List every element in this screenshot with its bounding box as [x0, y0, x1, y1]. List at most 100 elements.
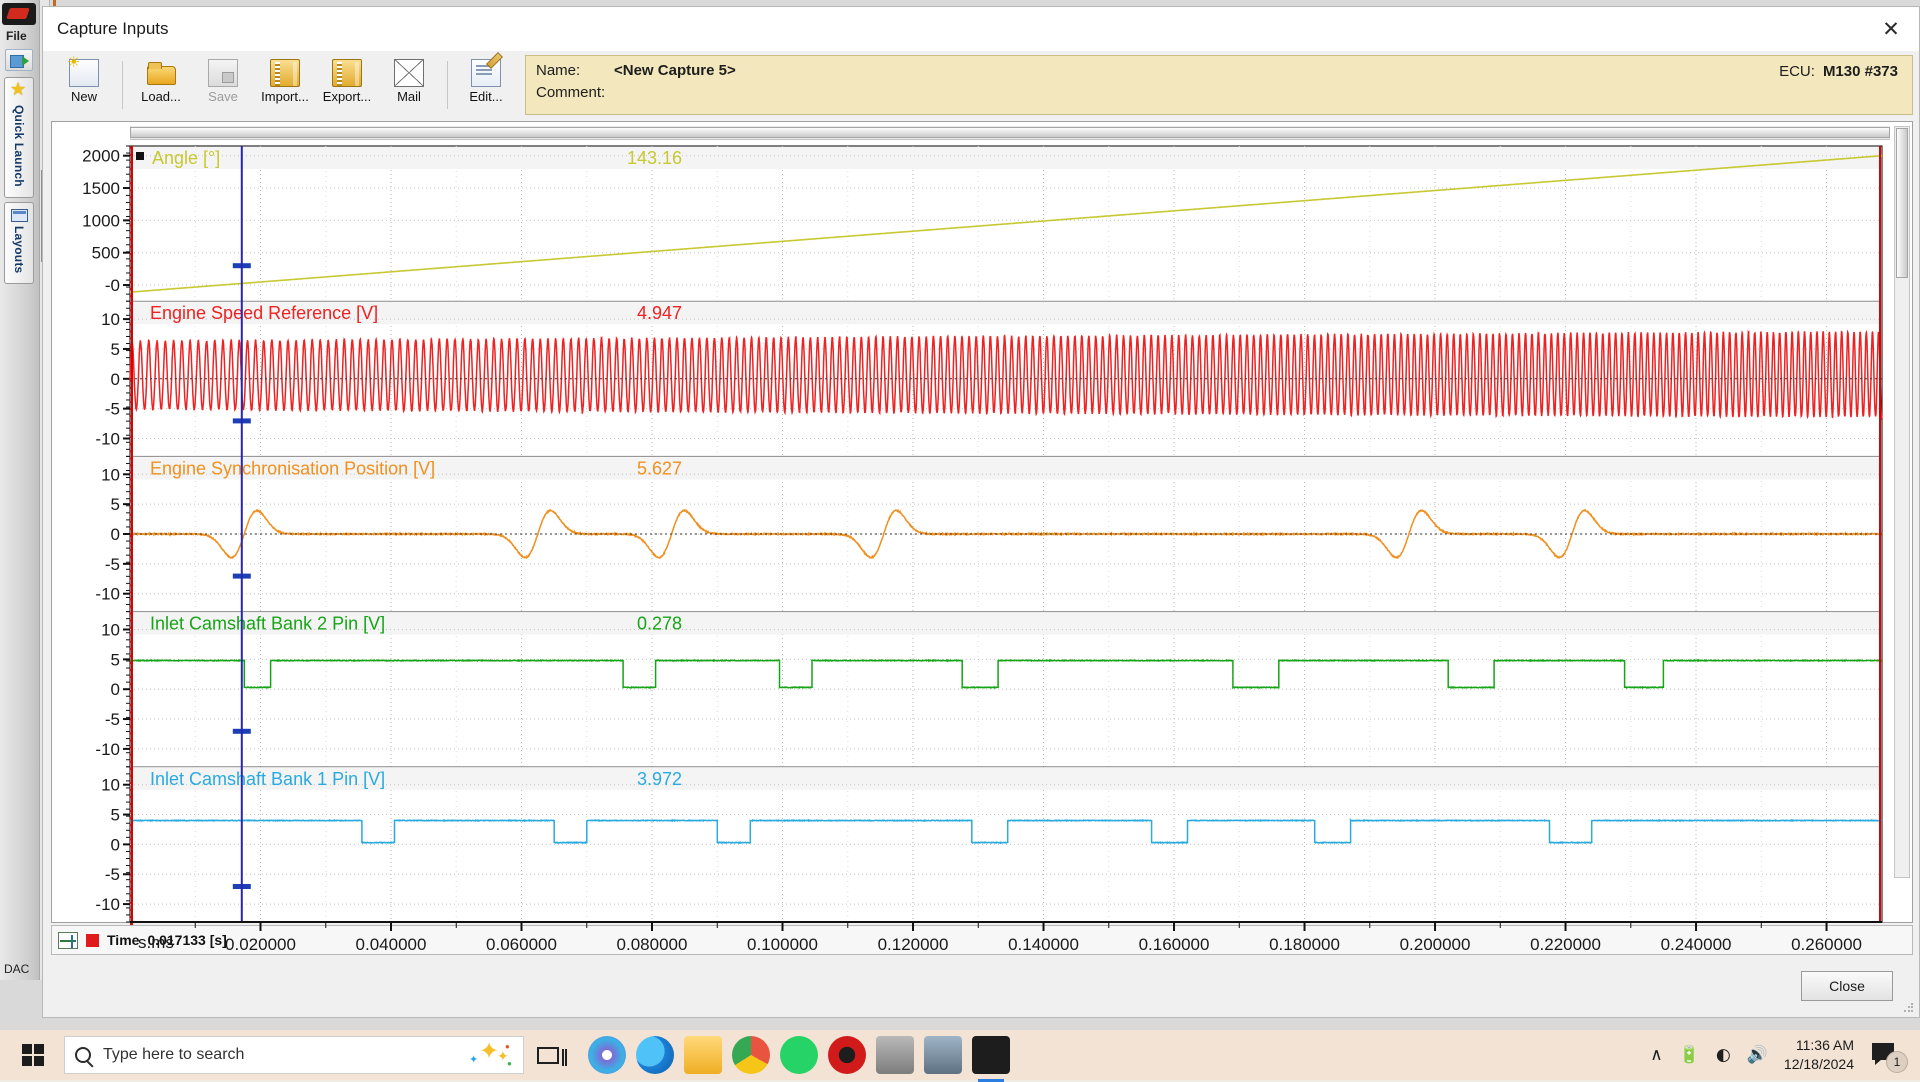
svg-text:Engine Synchronisation Positio: Engine Synchronisation Position [V] — [150, 458, 435, 478]
folder-open-icon — [146, 59, 176, 87]
star-icon — [10, 84, 28, 101]
plot-vertical-scrollbar[interactable] — [1894, 126, 1910, 878]
app-whatsapp-icon[interactable] — [780, 1036, 818, 1074]
svg-text:5.627: 5.627 — [637, 458, 682, 478]
mail-button[interactable]: Mail — [378, 55, 440, 115]
svg-text:5: 5 — [111, 650, 120, 669]
dialog-toolbar: New Load... Save Import... Export... Mai… — [43, 51, 1919, 117]
svg-text:0.180000: 0.180000 — [1269, 935, 1340, 954]
svg-text:-5: -5 — [105, 865, 120, 884]
save-button: Save — [192, 55, 254, 115]
svg-text:Inlet Camshaft Bank 2 Pin [V]: Inlet Camshaft Bank 2 Pin [V] — [150, 614, 385, 634]
svg-text:s.ms: s.ms — [138, 933, 174, 952]
load-button[interactable]: Load... — [130, 55, 192, 115]
sidebar-open-icon[interactable] — [5, 49, 33, 71]
scrollbar-thumb[interactable] — [130, 127, 1890, 138]
sidebar-bottom-label: DAC — [4, 962, 29, 976]
app-terminal-icon[interactable] — [924, 1036, 962, 1074]
dialog-title: Capture Inputs — [57, 19, 169, 39]
export-button[interactable]: Export... — [316, 55, 378, 115]
svg-text:Engine Speed Reference [V]: Engine Speed Reference [V] — [150, 303, 378, 323]
toolbar-label: Save — [208, 89, 238, 104]
svg-text:10: 10 — [101, 465, 120, 484]
svg-text:-10: -10 — [95, 895, 120, 914]
app-media-icon[interactable] — [828, 1036, 866, 1074]
svg-text:-10: -10 — [95, 740, 120, 759]
edit-button[interactable]: Edit... — [455, 55, 517, 115]
svg-text:10: 10 — [101, 621, 120, 640]
svg-text:-10: -10 — [95, 585, 120, 604]
svg-text:0.100000: 0.100000 — [747, 935, 818, 954]
svg-text:0.200000: 0.200000 — [1400, 935, 1471, 954]
capture-chart[interactable]: 200015001000500-0Angle [°]143.161050-5-1… — [52, 140, 1908, 1020]
toolbar-label: Mail — [397, 89, 421, 104]
clock[interactable]: 11:36 AM 12/18/2024 — [1784, 1036, 1854, 1074]
volume-icon[interactable]: 🔊 — [1747, 1045, 1768, 1065]
capture-inputs-dialog: Capture Inputs ✕ New Load... Save Import… — [42, 6, 1920, 1018]
svg-text:0: 0 — [111, 680, 120, 699]
ecu-value: M130 #373 — [1823, 63, 1898, 80]
sidebar-item-quick-launch[interactable]: Quick Launch — [4, 77, 34, 198]
svg-text:0.160000: 0.160000 — [1139, 935, 1210, 954]
app-cortana-icon[interactable] — [588, 1036, 626, 1074]
app-edge-icon[interactable] — [636, 1036, 674, 1074]
svg-text:0.140000: 0.140000 — [1008, 935, 1079, 954]
save-icon — [208, 59, 238, 87]
svg-text:0.080000: 0.080000 — [617, 935, 688, 954]
battery-icon[interactable]: 🔋 — [1679, 1045, 1700, 1065]
svg-text:1500: 1500 — [82, 179, 120, 198]
search-placeholder: Type here to search — [103, 1046, 455, 1064]
resize-grip[interactable] — [1903, 1002, 1915, 1014]
svg-text:500: 500 — [92, 244, 120, 263]
app-motec-icon[interactable] — [972, 1036, 1010, 1074]
toolbar-label: Edit... — [469, 89, 502, 104]
search-input[interactable]: Type here to search ✦✦ ✦●● — [64, 1036, 524, 1074]
windows-start-icon[interactable] — [6, 1030, 60, 1080]
clock-time: 11:36 AM — [1784, 1036, 1854, 1055]
svg-text:5: 5 — [111, 495, 120, 514]
toolbar-label: Export... — [323, 89, 371, 104]
svg-text:0.060000: 0.060000 — [486, 935, 557, 954]
svg-text:-10: -10 — [95, 429, 120, 448]
svg-text:5: 5 — [111, 340, 120, 359]
svg-text:-5: -5 — [105, 710, 120, 729]
new-button[interactable]: New — [53, 55, 115, 115]
dialog-titlebar: Capture Inputs ✕ — [43, 7, 1919, 51]
sidebar-file-menu[interactable]: File — [0, 25, 39, 45]
svg-text:1000: 1000 — [82, 211, 120, 230]
mail-icon — [394, 59, 424, 87]
sidebar-item-layouts[interactable]: Layouts — [4, 202, 34, 284]
svg-text:0.020000: 0.020000 — [225, 935, 296, 954]
svg-text:Angle [°]: Angle [°] — [152, 148, 220, 168]
close-icon[interactable]: ✕ — [1863, 7, 1919, 51]
svg-text:3.972: 3.972 — [637, 769, 682, 789]
task-view-icon[interactable] — [524, 1047, 572, 1064]
app-chrome-icon[interactable] — [732, 1036, 770, 1074]
app-file-explorer-icon[interactable] — [684, 1036, 722, 1074]
scrollbar-thumb[interactable] — [1896, 128, 1908, 278]
layout-icon — [11, 209, 28, 222]
export-icon — [332, 59, 362, 87]
svg-text:10: 10 — [101, 776, 120, 795]
sidebar-item-label: Quick Launch — [12, 105, 26, 187]
svg-text:0: 0 — [111, 370, 120, 389]
svg-text:0.040000: 0.040000 — [356, 935, 427, 954]
taskbar-apps — [588, 1036, 1010, 1074]
wifi-icon[interactable]: ◐ — [1716, 1045, 1731, 1065]
capture-plot-panel: 200015001000500-0Angle [°]143.161050-5-1… — [51, 121, 1913, 923]
capture-name-label: Name: — [536, 62, 614, 79]
notification-count: 1 — [1886, 1051, 1908, 1073]
chevron-up-icon[interactable]: ∧ — [1650, 1045, 1662, 1065]
capture-comment-label: Comment: — [536, 84, 614, 101]
app-chip-icon[interactable] — [876, 1036, 914, 1074]
plot-body[interactable]: 200015001000500-0Angle [°]143.161050-5-1… — [52, 140, 1912, 922]
notifications-icon[interactable]: 1 — [1870, 1039, 1906, 1071]
capture-name-value[interactable]: <New Capture 5> — [614, 62, 736, 79]
sidebar-item-label: Layouts — [12, 226, 26, 273]
import-icon — [270, 59, 300, 87]
import-button[interactable]: Import... — [254, 55, 316, 115]
capture-info-panel: Name: <New Capture 5> Comment: ECU: M130… — [525, 55, 1913, 115]
svg-text:4.947: 4.947 — [637, 303, 682, 323]
svg-text:-0: -0 — [105, 276, 120, 295]
plot-horizontal-scrollbar[interactable] — [130, 126, 1890, 140]
